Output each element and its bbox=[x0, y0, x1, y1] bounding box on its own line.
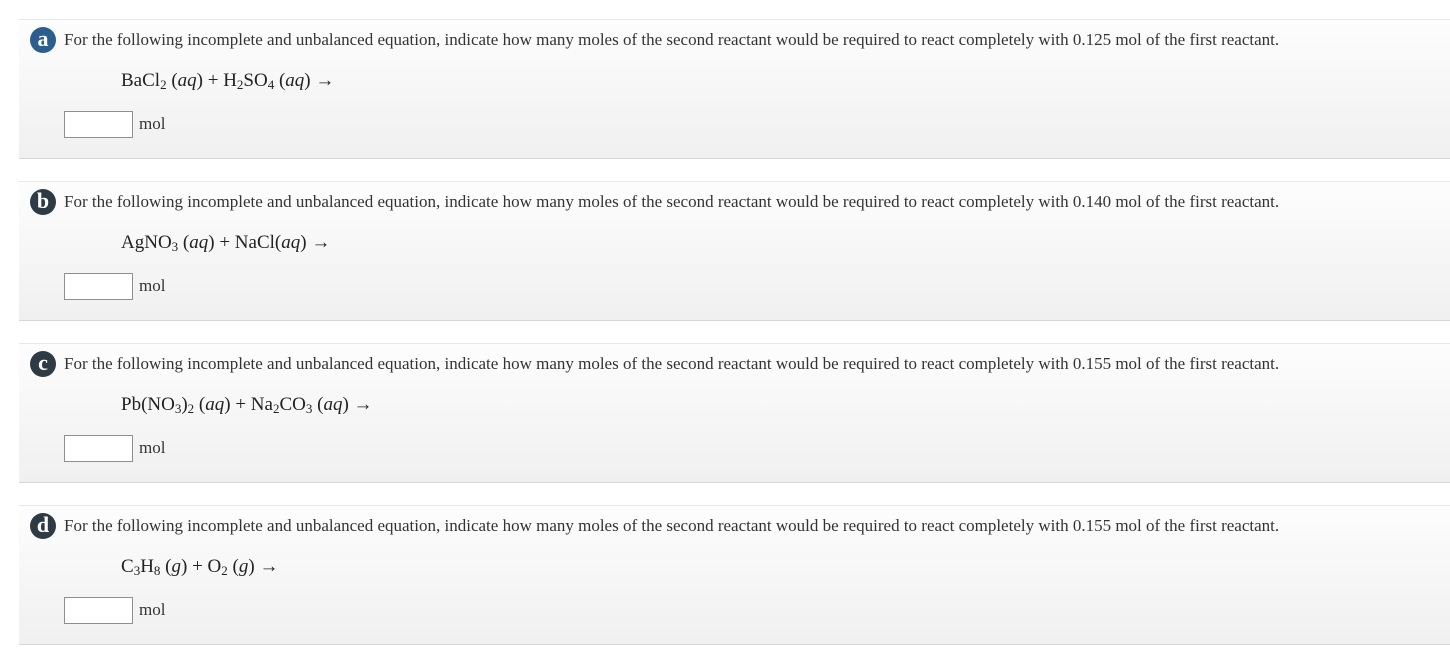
question-d: d For the following incomplete and unbal… bbox=[19, 505, 1450, 645]
answer-input[interactable] bbox=[64, 273, 133, 300]
question-letter-badge: a bbox=[30, 27, 56, 53]
chemical-equation: C3H8 (g) + O2 (g) → bbox=[121, 556, 279, 578]
question-prompt: For the following incomplete and unbalan… bbox=[64, 192, 1280, 211]
question-letter-badge: c bbox=[30, 351, 56, 377]
answer-input[interactable] bbox=[64, 435, 133, 462]
question-b: b For the following incomplete and unbal… bbox=[19, 181, 1450, 321]
answer-input[interactable] bbox=[64, 111, 133, 138]
chemical-equation: Pb(NO3)2 (aq) + Na2CO3 (aq) → bbox=[121, 394, 373, 416]
unit-label: mol bbox=[139, 438, 166, 457]
question-letter-badge: d bbox=[30, 513, 56, 539]
question-letter-badge: b bbox=[30, 189, 56, 215]
question-prompt: For the following incomplete and unbalan… bbox=[64, 516, 1280, 535]
question-prompt: For the following incomplete and unbalan… bbox=[64, 354, 1280, 373]
question-prompt: For the following incomplete and unbalan… bbox=[64, 30, 1280, 49]
chemical-equation: BaCl2 (aq) + H2SO4 (aq) → bbox=[121, 70, 335, 92]
question-c: c For the following incomplete and unbal… bbox=[19, 343, 1450, 483]
question-a: a For the following incomplete and unbal… bbox=[19, 19, 1450, 159]
unit-label: mol bbox=[139, 114, 166, 133]
chemical-equation: AgNO3 (aq) + NaCl(aq) → bbox=[121, 232, 331, 254]
answer-input[interactable] bbox=[64, 597, 133, 624]
unit-label: mol bbox=[139, 600, 166, 619]
unit-label: mol bbox=[139, 276, 166, 295]
